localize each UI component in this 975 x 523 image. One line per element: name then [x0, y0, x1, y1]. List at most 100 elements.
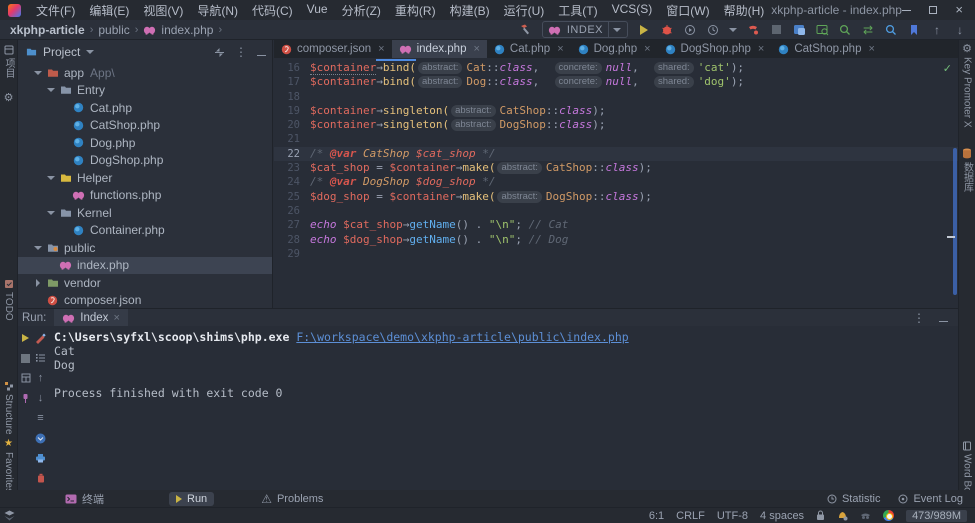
code-line-27[interactable]: 27echo $cat_shop→getName() . "\n"; // Ca… — [274, 218, 958, 232]
close-tab-icon[interactable]: × — [473, 43, 479, 55]
editor-tab-catshop-php[interactable]: CatShop.php× — [771, 40, 882, 58]
toolwindow-settings-button[interactable]: ⚙ — [0, 92, 17, 103]
toolwindow-switcher-icon[interactable] — [4, 510, 15, 521]
chevron-down-icon[interactable] — [46, 88, 56, 92]
menu-item[interactable]: 工具(T) — [551, 0, 604, 21]
close-tab-icon[interactable]: × — [758, 43, 764, 55]
toolwindow-structure-button[interactable]: Structure — [0, 380, 17, 435]
inspection-ok-icon[interactable]: ✓ — [943, 62, 952, 75]
collapse-all-icon[interactable] — [214, 47, 225, 58]
code-line-26[interactable]: 26 — [274, 204, 958, 218]
print-icon[interactable] — [35, 452, 47, 464]
chevron-down-icon[interactable] — [33, 246, 43, 250]
screenshot-tool-icon[interactable] — [792, 23, 806, 37]
tree-item-public[interactable]: public — [18, 239, 272, 257]
edit-configuration-icon[interactable] — [35, 332, 47, 344]
find-in-path-icon[interactable] — [815, 23, 829, 37]
tree-item-dogshop-php[interactable]: DogShop.php — [18, 152, 272, 170]
build-hammer-icon[interactable] — [519, 23, 533, 37]
tree-item-catshop-php[interactable]: CatShop.php — [18, 117, 272, 135]
stop-button[interactable] — [769, 23, 783, 37]
attach-to-process-icon[interactable] — [746, 23, 760, 37]
up-stack-trace-icon[interactable]: ↑ — [35, 372, 47, 384]
menu-item[interactable]: 运行(U) — [497, 0, 552, 21]
tree-item-composer-json[interactable]: composer.json — [18, 292, 272, 309]
breadcrumb-item[interactable]: xkphp-article — [10, 23, 85, 37]
run-toolwindow-button[interactable]: Run — [169, 492, 214, 506]
bookmark-icon[interactable] — [907, 23, 921, 37]
menu-item[interactable]: 导航(N) — [190, 0, 245, 21]
run-console-output[interactable]: C:\Users\syfxl\scoop\shims\php.exe F:\wo… — [48, 326, 958, 484]
menu-item[interactable]: 分析(Z) — [335, 0, 388, 21]
code-line-28[interactable]: 28echo $dog_shop→getName() . "\n"; // Do… — [274, 233, 958, 247]
debug-button[interactable] — [660, 23, 674, 37]
run-tab-index[interactable]: Index × — [54, 309, 128, 326]
close-tab-icon[interactable]: × — [644, 43, 650, 55]
stop-process-button[interactable] — [20, 352, 32, 364]
tree-item-app[interactable]: appApp\ — [18, 64, 272, 82]
tree-item-container-php[interactable]: Container.php — [18, 222, 272, 240]
editor-tab-cat-php[interactable]: Cat.php× — [487, 40, 571, 58]
menu-item[interactable]: 重构(R) — [388, 0, 443, 21]
indent-indicator[interactable]: 4 spaces — [760, 510, 804, 522]
toolwindow-favorites-button[interactable]: ★ Favorites — [0, 438, 17, 493]
restore-layout-icon[interactable] — [20, 372, 32, 384]
code-line-24[interactable]: 24/* @var DogShop $dog_shop */ — [274, 175, 958, 189]
chevron-right-icon[interactable] — [33, 279, 43, 287]
run-panel-options-icon[interactable]: ⋮ — [913, 312, 925, 324]
project-panel-title[interactable]: Project — [43, 45, 80, 59]
clear-console-icon[interactable] — [35, 472, 47, 484]
menu-item[interactable]: 帮助(H) — [717, 0, 772, 21]
toolwindow-project-button[interactable]: 项目 — [0, 44, 17, 78]
run-config-dropdown[interactable] — [608, 22, 625, 37]
maximize-button[interactable] — [929, 6, 937, 14]
breadcrumb-item[interactable]: public — [98, 23, 129, 37]
code-line-18[interactable]: 18 — [274, 90, 958, 104]
caret-position[interactable]: 6:1 — [649, 510, 664, 522]
run-config-selector[interactable]: INDEX — [542, 21, 628, 38]
editor-scrollbar[interactable] — [953, 148, 957, 295]
menu-item[interactable]: 窗口(W) — [659, 0, 716, 21]
close-tab-icon[interactable]: × — [557, 43, 563, 55]
profiler-dropdown-icon[interactable] — [729, 28, 737, 32]
menu-item[interactable]: 视图(V) — [136, 0, 190, 21]
tree-item-cat-php[interactable]: Cat.php — [18, 99, 272, 117]
encoding-indicator[interactable]: UTF-8 — [717, 510, 748, 522]
ordered-list-icon[interactable] — [35, 352, 47, 364]
terminal-toolwindow-button[interactable]: 终端 — [58, 490, 111, 508]
code-editor[interactable]: 16$container→bind(abstract:Cat::class, c… — [274, 58, 958, 261]
pin-tab-icon[interactable] — [20, 392, 32, 404]
statistic-button[interactable]: Statistic — [827, 493, 881, 505]
code-line-19[interactable]: 19$container→singleton(abstract:CatShop:… — [274, 104, 958, 118]
run-with-coverage-button[interactable] — [683, 23, 697, 37]
close-button[interactable]: × — [955, 5, 963, 15]
replace-icon[interactable]: ⇄ — [861, 23, 875, 37]
tree-item-entry[interactable]: Entry — [18, 82, 272, 100]
close-run-tab-icon[interactable]: × — [113, 312, 119, 324]
tree-item-helper[interactable]: Helper — [18, 169, 272, 187]
code-line-21[interactable]: 21 — [274, 132, 958, 146]
toolwindow-key-promoter-button[interactable]: ⚙ Key Promoter X — [959, 43, 975, 128]
search-icon[interactable] — [838, 23, 852, 37]
project-view-dropdown-icon[interactable] — [86, 50, 94, 54]
hide-run-panel-icon[interactable] — [939, 311, 948, 325]
event-log-button[interactable]: Event Log — [898, 493, 963, 505]
chevron-down-icon[interactable] — [46, 211, 56, 215]
tree-item-dog-php[interactable]: Dog.php — [18, 134, 272, 152]
code-line-29[interactable]: 29 — [274, 247, 958, 261]
chevron-down-icon[interactable] — [46, 176, 56, 180]
code-line-25[interactable]: 25$dog_shop = $container→make(abstract:D… — [274, 190, 958, 204]
rerun-button[interactable] — [20, 332, 32, 344]
tree-item-vendor[interactable]: vendor — [18, 274, 272, 292]
navigate-forward-icon[interactable]: ↓ — [953, 23, 967, 37]
editor-tab-index-php[interactable]: index.php× — [392, 40, 487, 58]
editor-tab-composer-json[interactable]: composer.json× — [274, 40, 392, 58]
menu-item[interactable]: VCS(S) — [605, 0, 660, 21]
hide-panel-icon[interactable] — [257, 45, 266, 59]
run-button[interactable] — [637, 23, 651, 37]
profiler-button[interactable] — [706, 23, 720, 37]
tree-item-functions-php[interactable]: functions.php — [18, 187, 272, 205]
code-line-16[interactable]: 16$container→bind(abstract:Cat::class, c… — [274, 61, 958, 75]
toolwindow-todo-button[interactable]: TODO — [0, 278, 17, 321]
notifications-icon[interactable] — [837, 510, 848, 521]
